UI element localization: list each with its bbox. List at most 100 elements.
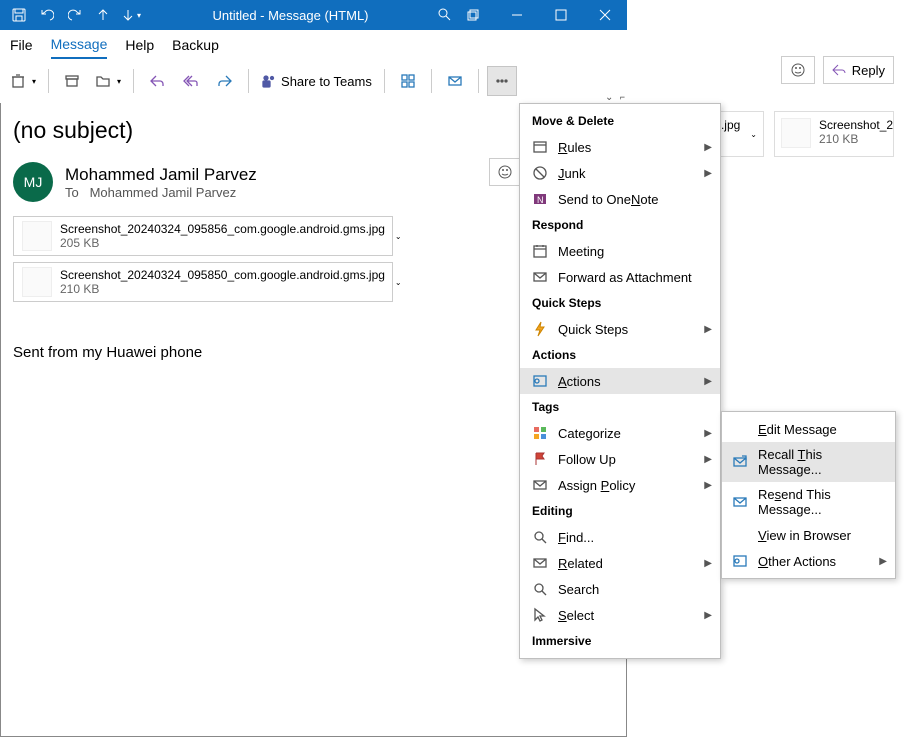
menu-item-actions[interactable]: Actions▶: [520, 368, 720, 394]
onenote-icon: N: [532, 191, 548, 207]
chevron-down-icon[interactable]: ⌄: [395, 278, 402, 287]
menu-section-move-delete: Move & Delete: [520, 108, 720, 134]
flag-icon: [532, 451, 548, 467]
reply-button[interactable]: [142, 66, 172, 96]
reply-label: Reply: [852, 63, 885, 78]
menu-section-tags: Tags: [520, 394, 720, 420]
menu-section-actions: Actions: [520, 342, 720, 368]
chevron-down-icon[interactable]: ⌄: [395, 232, 402, 241]
forward-button[interactable]: [210, 66, 240, 96]
menu-item-resend-message[interactable]: Resend This Message...: [722, 482, 895, 522]
expand-ribbon-button[interactable]: ⌄: [605, 92, 613, 103]
titlebar: ▾ Untitled - Message (HTML): [0, 0, 627, 30]
menu-item-categorize[interactable]: Categorize▶: [520, 420, 720, 446]
ribbon-tabs: File Message Help Backup: [0, 30, 627, 60]
attachment-peek-2[interactable]: Screenshot_202210 KB: [774, 111, 894, 157]
react-button[interactable]: [781, 56, 815, 84]
save-button[interactable]: [6, 0, 32, 30]
react-icon[interactable]: [489, 158, 521, 186]
undo-button[interactable]: [34, 0, 60, 30]
menu-item-recall-message[interactable]: Recall This Message...: [722, 442, 895, 482]
submenu-arrow-icon: ▶: [704, 168, 712, 179]
share-to-teams-button[interactable]: Share to Teams: [257, 66, 376, 96]
submenu-arrow-icon: ▶: [879, 556, 887, 567]
move-button[interactable]: ▾: [91, 66, 125, 96]
svg-text:N: N: [537, 195, 544, 205]
close-button[interactable]: [583, 0, 627, 30]
attachment-name: Screenshot_20240324_095850_com.google.an…: [60, 268, 385, 282]
collapse-ribbon-icon[interactable]: ⌐: [620, 92, 625, 102]
submenu-arrow-icon: ▶: [704, 454, 712, 465]
quick-access-toolbar: ▾: [0, 0, 144, 30]
menu-section-editing: Editing: [520, 498, 720, 524]
to-value: Mohammed Jamil Parvez: [90, 185, 237, 200]
menu-section-immersive: Immersive: [520, 628, 720, 654]
search-icon: [532, 581, 548, 597]
menu-item-related[interactable]: Related▶: [520, 550, 720, 576]
separator: [48, 69, 49, 93]
apps-button[interactable]: [393, 66, 423, 96]
menu-section-respond: Respond: [520, 212, 720, 238]
menu-item-search[interactable]: Search: [520, 576, 720, 602]
read-aloud-button[interactable]: [440, 66, 470, 96]
attachment-card[interactable]: Screenshot_20240324_095850_com.google.an…: [13, 262, 393, 302]
attachment-name: Screenshot_20240324_095856_com.google.an…: [60, 222, 385, 236]
menu-item-junk[interactable]: Junk▶: [520, 160, 720, 186]
menu-item-quicksteps[interactable]: Quick Steps▶: [520, 316, 720, 342]
tab-file[interactable]: File: [10, 32, 33, 58]
prev-item-button[interactable]: [90, 0, 116, 30]
junk-icon: [532, 165, 548, 181]
forward-attachment-icon: [532, 269, 548, 285]
window-popout-button[interactable]: [451, 0, 495, 30]
thumbnail-icon: [781, 118, 811, 148]
tab-help[interactable]: Help: [125, 32, 154, 58]
blank-icon: [732, 527, 748, 543]
peek2-name: Screenshot_202: [819, 118, 894, 132]
menu-item-edit-message[interactable]: Edit Message: [722, 416, 895, 442]
thumbnail-icon: [22, 221, 52, 251]
tab-backup[interactable]: Backup: [172, 32, 219, 58]
submenu-arrow-icon: ▶: [704, 428, 712, 439]
maximize-button[interactable]: [539, 0, 583, 30]
reply-all-button[interactable]: [176, 66, 206, 96]
menu-item-view-browser[interactable]: View in Browser: [722, 522, 895, 548]
lightning-icon: [532, 321, 548, 337]
menu-item-assign-policy[interactable]: Assign Policy▶: [520, 472, 720, 498]
separator: [248, 69, 249, 93]
sender-avatar[interactable]: MJ: [13, 162, 53, 202]
menu-item-rules[interactable]: Rules▶: [520, 134, 720, 160]
menu-item-select[interactable]: Select▶: [520, 602, 720, 628]
delete-button[interactable]: ▾: [6, 66, 40, 96]
menu-item-find[interactable]: Find...: [520, 524, 720, 550]
attachment-card[interactable]: Screenshot_20240324_095856_com.google.an…: [13, 216, 393, 256]
attachment-peek-1[interactable]: s.jpg⌄: [719, 111, 764, 157]
menu-item-other-actions[interactable]: Other Actions▶: [722, 548, 895, 574]
search-button[interactable]: [437, 7, 451, 24]
actions-icon: [732, 553, 748, 569]
actions-submenu: Edit Message Recall This Message... Rese…: [721, 411, 896, 579]
submenu-arrow-icon: ▶: [704, 610, 712, 621]
peek2-size: 210 KB: [819, 132, 894, 146]
tab-message[interactable]: Message: [51, 31, 108, 59]
menu-item-followup[interactable]: Follow Up▶: [520, 446, 720, 472]
more-commands-button[interactable]: [487, 66, 517, 96]
more-commands-menu: Move & Delete Rules▶ Junk▶ NSend to OneN…: [519, 103, 721, 659]
reply-button-pane[interactable]: Reply: [823, 56, 894, 84]
separator: [133, 69, 134, 93]
reading-pane-attachments-peek: s.jpg⌄ Screenshot_202210 KB: [719, 111, 904, 157]
menu-item-onenote[interactable]: NSend to OneNote: [520, 186, 720, 212]
window-title: Untitled - Message (HTML): [144, 8, 437, 23]
submenu-arrow-icon: ▶: [704, 324, 712, 335]
menu-item-meeting[interactable]: Meeting: [520, 238, 720, 264]
archive-button[interactable]: [57, 66, 87, 96]
cursor-icon: [532, 607, 548, 623]
menu-section-quicksteps: Quick Steps: [520, 290, 720, 316]
sender-name: Mohammed Jamil Parvez: [65, 165, 257, 185]
recipient-line: To Mohammed Jamil Parvez: [65, 185, 257, 200]
calendar-icon: [532, 243, 548, 259]
submenu-arrow-icon: ▶: [704, 142, 712, 153]
redo-button[interactable]: [62, 0, 88, 30]
minimize-button[interactable]: [495, 0, 539, 30]
next-item-button[interactable]: ▾: [118, 0, 144, 30]
menu-item-forward-attachment[interactable]: Forward as Attachment: [520, 264, 720, 290]
